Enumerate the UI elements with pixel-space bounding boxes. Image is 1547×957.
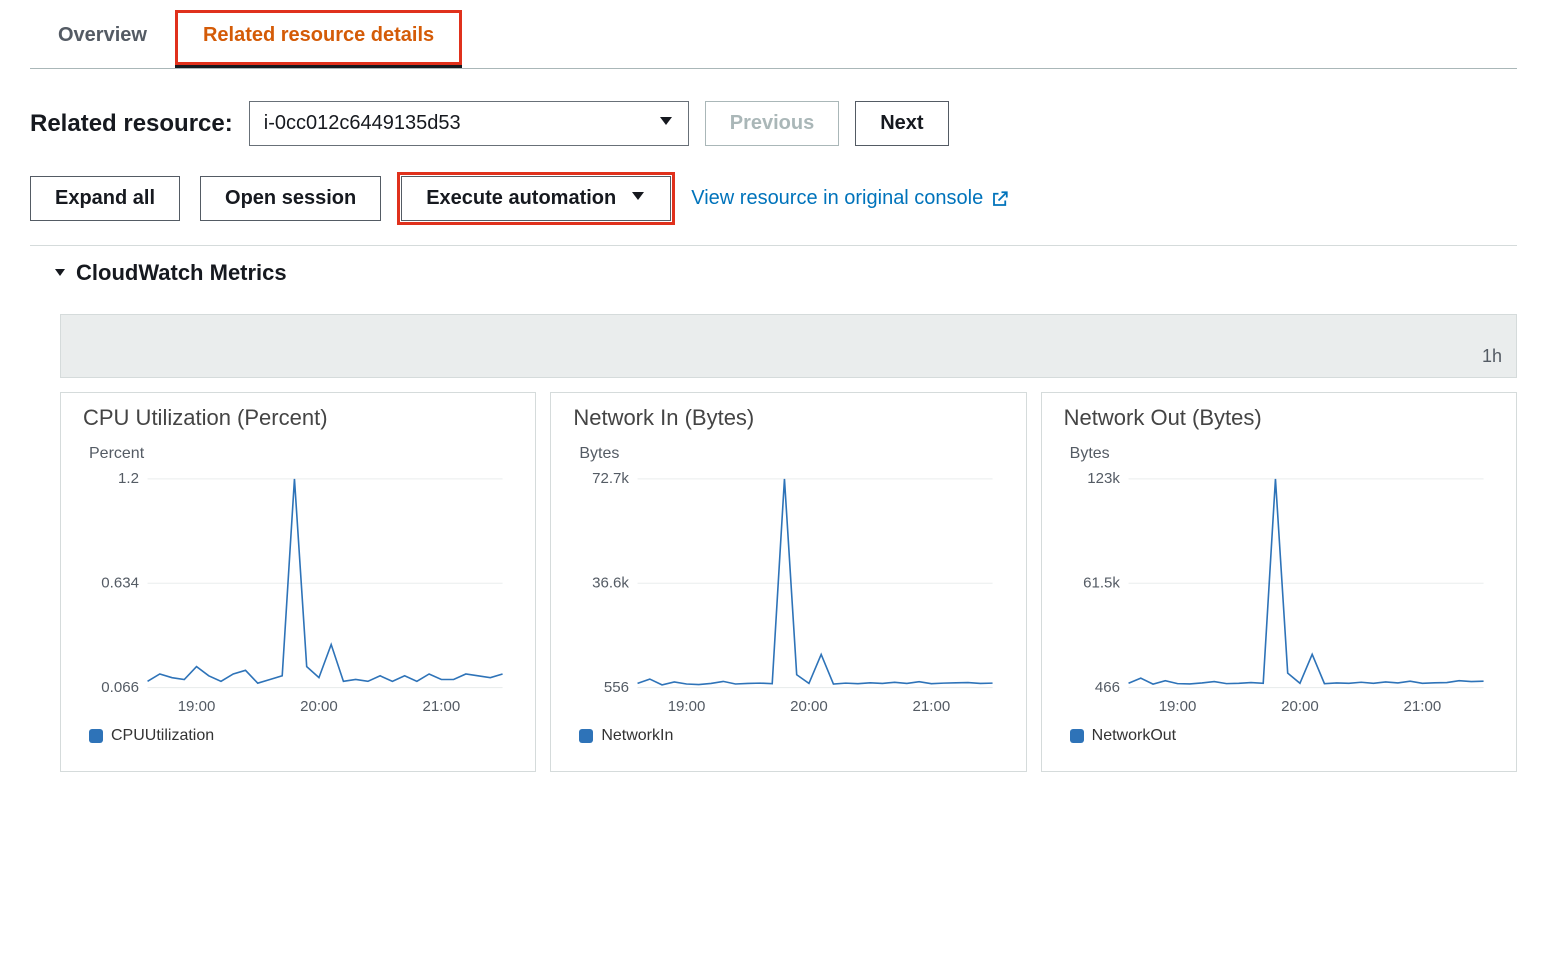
chart-svg: 556 36.6k 72.7k 19:00 20:00 21:00 — [573, 469, 1003, 719]
charts-row: CPU Utilization (Percent) Percent 0.0660… — [60, 392, 1517, 772]
svg-text:61.5k: 61.5k — [1083, 575, 1120, 592]
svg-text:72.7k: 72.7k — [592, 470, 629, 487]
execute-automation-label: Execute automation — [426, 187, 616, 210]
tab-overview[interactable]: Overview — [30, 10, 175, 68]
svg-text:19:00: 19:00 — [1158, 698, 1196, 715]
expand-all-button[interactable]: Expand all — [30, 176, 180, 221]
tab-bar: Overview Related resource details — [30, 10, 1517, 69]
svg-text:0.066: 0.066 — [101, 679, 139, 696]
cloudwatch-metrics-header[interactable]: CloudWatch Metrics — [54, 260, 1517, 286]
view-resource-original-console-link[interactable]: View resource in original console — [691, 187, 1009, 210]
svg-text:21:00: 21:00 — [423, 698, 461, 715]
external-link-icon — [991, 190, 1009, 208]
chart-network-in: Network In (Bytes) Bytes 556 36.6k 72.7k 19… — [550, 392, 1026, 772]
related-resource-label: Related resource: — [30, 110, 233, 138]
chart-title: CPU Utilization (Percent) — [83, 405, 513, 431]
svg-text:20:00: 20:00 — [1281, 698, 1319, 715]
svg-text:556: 556 — [604, 679, 629, 696]
resource-select-value: i-0cc012c6449135d53 — [264, 112, 461, 135]
svg-text:21:00: 21:00 — [913, 698, 951, 715]
tab-related-resource-details[interactable]: Related resource details — [175, 10, 462, 68]
chart-title: Network In (Bytes) — [573, 405, 1003, 431]
caret-down-icon — [630, 187, 646, 210]
legend-label: CPUUtilization — [111, 727, 214, 745]
svg-text:0.634: 0.634 — [101, 575, 139, 592]
legend-swatch-icon — [579, 729, 593, 743]
legend-swatch-icon — [89, 729, 103, 743]
next-button[interactable]: Next — [855, 101, 948, 146]
svg-text:1.2: 1.2 — [118, 470, 139, 487]
open-session-button[interactable]: Open session — [200, 176, 381, 221]
svg-text:123k: 123k — [1087, 470, 1120, 487]
svg-text:466: 466 — [1094, 679, 1119, 696]
related-resource-row: Related resource: i-0cc012c6449135d53 Pr… — [30, 101, 1517, 146]
svg-text:21:00: 21:00 — [1403, 698, 1441, 715]
view-resource-original-console-label: View resource in original console — [691, 187, 983, 210]
chart-legend: NetworkOut — [1064, 727, 1494, 745]
legend-label: NetworkOut — [1092, 727, 1176, 745]
chart-ylabel: Percent — [83, 445, 513, 463]
execute-automation-button[interactable]: Execute automation — [401, 176, 671, 221]
cloudwatch-metrics-title: CloudWatch Metrics — [76, 260, 287, 286]
legend-swatch-icon — [1070, 729, 1084, 743]
chart-legend: CPUUtilization — [83, 727, 513, 745]
chart-ylabel: Bytes — [1064, 445, 1494, 463]
chart-ylabel: Bytes — [573, 445, 1003, 463]
chart-network-out: Network Out (Bytes) Bytes 466 61.5k 123k 19… — [1041, 392, 1517, 772]
chart-svg: 466 61.5k 123k 19:00 20:00 21:00 — [1064, 469, 1494, 719]
execute-automation-highlight: Execute automation — [401, 176, 671, 221]
svg-text:20:00: 20:00 — [300, 698, 338, 715]
legend-label: NetworkIn — [601, 727, 673, 745]
previous-button: Previous — [705, 101, 839, 146]
caret-down-icon — [658, 112, 674, 135]
collapse-triangle-icon — [54, 265, 66, 281]
chart-cpu-utilization: CPU Utilization (Percent) Percent 0.0660… — [60, 392, 536, 772]
cloudwatch-metrics-section: CloudWatch Metrics 1h CPU Utilization (P… — [30, 245, 1517, 772]
chart-legend: NetworkIn — [573, 727, 1003, 745]
svg-text:36.6k: 36.6k — [592, 575, 629, 592]
resource-select[interactable]: i-0cc012c6449135d53 — [249, 101, 689, 146]
chart-title: Network Out (Bytes) — [1064, 405, 1494, 431]
actions-row: Expand all Open session Execute automati… — [30, 176, 1517, 221]
svg-text:19:00: 19:00 — [668, 698, 706, 715]
svg-text:20:00: 20:00 — [790, 698, 828, 715]
metrics-toolbar: 1h — [60, 314, 1517, 378]
svg-text:19:00: 19:00 — [178, 698, 216, 715]
chart-svg: 0.066 0.634 1.2 19:00 20:00 21:00 — [83, 469, 513, 719]
time-range-1h[interactable]: 1h — [1482, 346, 1502, 367]
